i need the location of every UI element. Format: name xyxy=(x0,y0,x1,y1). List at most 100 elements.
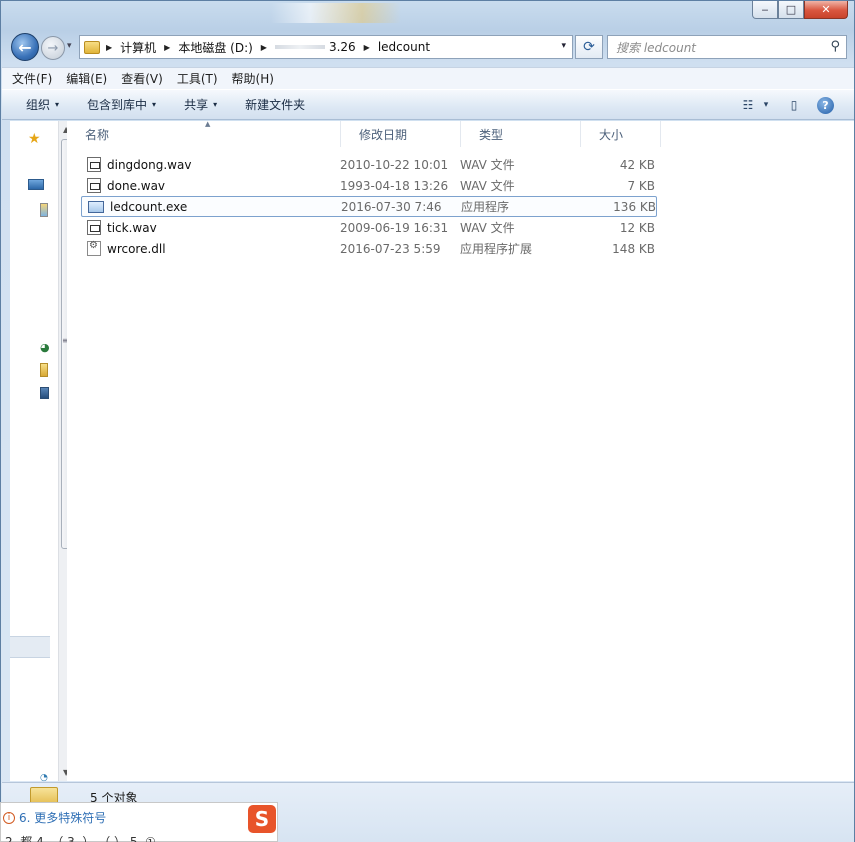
nav-pane-selection xyxy=(10,636,50,658)
file-rows: dingdong.wav 2010-10-22 10:01 WAV 文件 42 … xyxy=(81,154,657,259)
file-date: 2010-10-22 10:01 xyxy=(340,157,449,172)
file-row[interactable]: done.wav 1993-04-18 13:26 WAV 文件 7 KB xyxy=(81,175,657,196)
breadcrumb-drive-d[interactable]: ▶ 本地磁盘 (D:) xyxy=(164,39,253,56)
file-date: 1993-04-18 13:26 xyxy=(340,178,449,193)
new-folder-button[interactable]: 新建文件夹 xyxy=(245,96,305,113)
chevron-right-icon[interactable]: ▶ xyxy=(106,43,112,52)
menu-file[interactable]: 文件(F) xyxy=(12,70,52,87)
forward-button[interactable]: → xyxy=(41,36,65,60)
column-date-modified[interactable]: 修改日期 xyxy=(341,121,461,147)
caption-buttons: ‒ □ ✕ xyxy=(752,1,848,19)
sort-ascending-icon: ▲ xyxy=(205,120,211,128)
new-folder-label: 新建文件夹 xyxy=(245,98,306,112)
sogou-logo-icon[interactable]: S xyxy=(248,805,276,833)
column-type-label: 类型 xyxy=(479,127,504,142)
address-history-dropdown[interactable]: ▾ xyxy=(561,41,566,51)
file-name: dingdong.wav xyxy=(107,157,192,172)
file-type: 应用程序扩展 xyxy=(460,242,533,256)
file-size: 12 KB xyxy=(619,220,655,235)
organize-button[interactable]: 组织 ▾ xyxy=(26,96,59,113)
command-bar: 组织 ▾ 包含到库中 ▾ 共享 ▾ 新建文件夹 ☷ ▾ ▯ ? xyxy=(2,89,854,120)
chevron-right-icon[interactable]: ▶ xyxy=(164,43,170,52)
info-icon: i xyxy=(3,811,15,824)
file-date: 2016-07-30 7:46 xyxy=(341,199,442,214)
column-name[interactable]: 名称 ▲ xyxy=(67,120,341,147)
file-size: 7 KB xyxy=(627,178,655,193)
ime-hint[interactable]: i 6. 更多特殊符号 xyxy=(3,809,106,826)
file-row[interactable]: dingdong.wav 2010-10-22 10:01 WAV 文件 42 … xyxy=(81,154,657,175)
breadcrumb-computer[interactable]: ▶ 计算机 xyxy=(106,39,156,56)
include-in-library-button[interactable]: 包含到库中 ▾ xyxy=(87,96,156,113)
file-name: done.wav xyxy=(107,178,166,193)
organize-label: 组织 xyxy=(26,98,51,112)
forward-arrow-icon: → xyxy=(47,40,59,56)
ime-candidate-window: i 6. 更多特殊符号 S 2. 都 4. （ 3. ） （ ） 5. ① xyxy=(0,802,278,842)
file-type: WAV 文件 xyxy=(460,221,515,235)
library-icon[interactable] xyxy=(40,203,48,217)
folder-icon[interactable] xyxy=(40,363,48,377)
dropdown-arrow-icon: ▾ xyxy=(213,100,218,109)
menu-tools[interactable]: 工具(T) xyxy=(177,70,218,87)
breadcrumb-folder[interactable]: ▶ 3.26 xyxy=(261,40,356,54)
breadcrumb-label: 计算机 xyxy=(120,40,157,55)
search-input[interactable]: 搜索 ledcount xyxy=(616,39,696,56)
file-row[interactable]: wrcore.dll 2016-07-23 5:59 应用程序扩展 148 KB xyxy=(81,238,657,259)
file-name: wrcore.dll xyxy=(107,241,166,256)
column-type[interactable]: 类型 xyxy=(461,121,581,147)
file-name: ledcount.exe xyxy=(110,199,188,214)
title-strip xyxy=(271,3,401,23)
star-icon[interactable]: ★ xyxy=(28,131,41,147)
share-button[interactable]: 共享 ▾ xyxy=(184,96,217,113)
explorer-window: ‒ □ ✕ ← → ▾ ▶ 计算机 ▶ 本地磁盘 (D:) ▶ 3.26 ▶ ledco… xyxy=(0,0,855,842)
file-date: 2016-07-23 5:59 xyxy=(340,241,441,256)
file-type: WAV 文件 xyxy=(460,158,515,172)
breadcrumb-label: 本地磁盘 (D:) xyxy=(178,40,253,55)
refresh-button[interactable]: ⟳ xyxy=(575,35,603,59)
help-icon[interactable]: ? xyxy=(817,96,834,114)
search-box[interactable]: 搜索 ledcount ⚲ xyxy=(607,35,847,59)
column-size[interactable]: 大小 xyxy=(581,121,661,147)
column-name-label: 名称 xyxy=(85,127,110,142)
application-icon xyxy=(88,200,104,213)
menu-help[interactable]: 帮助(H) xyxy=(232,70,274,87)
file-row-focused[interactable]: ledcount.exe 2016-07-30 7:46 应用程序 136 KB xyxy=(81,196,657,217)
file-type: 应用程序 xyxy=(461,200,510,214)
change-view-icon[interactable]: ☷ xyxy=(737,96,759,114)
chevron-right-icon[interactable]: ▶ xyxy=(364,43,370,52)
column-headers: 名称 ▲ 修改日期 类型 大小 xyxy=(67,120,667,147)
address-bar[interactable]: ▶ 计算机 ▶ 本地磁盘 (D:) ▶ 3.26 ▶ ledcount ▾ xyxy=(79,35,573,59)
close-button[interactable]: ✕ xyxy=(804,1,848,19)
menu-view[interactable]: 查看(V) xyxy=(121,70,163,87)
column-date-label: 修改日期 xyxy=(359,127,408,142)
homegroup-icon[interactable]: ◕ xyxy=(40,341,50,354)
file-type: WAV 文件 xyxy=(460,179,515,193)
minimize-button[interactable]: ‒ xyxy=(752,1,778,19)
breadcrumb-ledcount[interactable]: ▶ ledcount xyxy=(364,40,430,54)
file-name: tick.wav xyxy=(107,220,157,235)
chevron-right-icon[interactable]: ▶ xyxy=(261,43,267,52)
breadcrumb-label: ledcount xyxy=(377,40,431,54)
monitor-icon[interactable] xyxy=(28,179,44,190)
file-list: 名称 ▲ 修改日期 类型 大小 dingdong.wav 2010-10-22 1… xyxy=(67,120,854,781)
view-dropdown-arrow-icon[interactable]: ▾ xyxy=(761,96,771,114)
network-icon[interactable] xyxy=(40,387,49,399)
ime-candidates[interactable]: 2. 都 4. （ 3. ） （ ） 5. ① xyxy=(5,833,275,842)
maximize-button[interactable]: □ xyxy=(778,1,804,19)
dropdown-arrow-icon: ▾ xyxy=(152,100,157,109)
dropdown-arrow-icon: ▾ xyxy=(55,100,60,109)
folder-icon xyxy=(84,40,100,54)
recent-pages-dropdown[interactable]: ▾ xyxy=(67,41,72,51)
column-size-label: 大小 xyxy=(599,127,624,142)
file-size: 148 KB xyxy=(612,241,655,256)
navigation-pane: ★ ◕ ◔ ▲ ≡ ▼ xyxy=(10,121,75,783)
file-row[interactable]: tick.wav 2009-06-19 16:31 WAV 文件 12 KB xyxy=(81,217,657,238)
back-button[interactable]: ← xyxy=(11,33,39,61)
share-label: 共享 xyxy=(184,98,209,112)
file-size: 136 KB xyxy=(613,199,656,214)
menu-edit[interactable]: 编辑(E) xyxy=(66,70,107,87)
refresh-icon: ⟳ xyxy=(583,39,595,55)
search-icon[interactable]: ⚲ xyxy=(830,39,840,54)
file-date: 2009-06-19 16:31 xyxy=(340,220,449,235)
preview-pane-icon[interactable]: ▯ xyxy=(783,96,805,114)
view-controls: ☷ ▾ ▯ ? xyxy=(725,96,834,114)
